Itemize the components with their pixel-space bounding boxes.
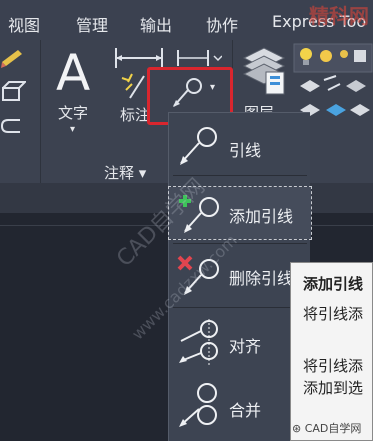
brand-watermark: 精科网 bbox=[309, 4, 369, 28]
leader-label: 引线 bbox=[229, 141, 262, 160]
text-tool-glyph[interactable]: A bbox=[56, 44, 90, 102]
menu-collaborate[interactable]: 协作 bbox=[206, 12, 238, 36]
tooltip-line-2: 将引线添 bbox=[303, 357, 364, 375]
merge-label: 合并 bbox=[229, 401, 262, 420]
text-tool-label[interactable]: 文字 bbox=[58, 102, 88, 123]
add-leader-tooltip: 添加引线 将引线添 将引线添 添加到选 bbox=[290, 262, 373, 441]
menu-manage[interactable]: 管理 bbox=[76, 12, 108, 36]
leader-icon bbox=[180, 127, 217, 165]
menu-bar: 视图 管理 输出 协作 Express Too 精科网 bbox=[0, 0, 373, 40]
remove-leader-label: 删除引线 bbox=[229, 269, 294, 288]
merge-leader-icon bbox=[179, 383, 217, 427]
menu-view[interactable]: 视图 bbox=[8, 12, 40, 36]
add-leader-label: 添加引线 bbox=[229, 207, 294, 226]
annotation-panel-label[interactable]: 注释 ▾ bbox=[104, 162, 146, 183]
tooltip-line-1: 将引线添 bbox=[303, 305, 364, 323]
dropdown-item-leader[interactable]: 引线 bbox=[169, 121, 311, 173]
align-leader-icon bbox=[179, 319, 218, 365]
draw-tools-icon[interactable] bbox=[0, 48, 26, 148]
align-label: 对齐 bbox=[229, 337, 262, 356]
text-tool-dropdown-icon[interactable]: ▾ bbox=[70, 124, 75, 135]
dimension-label[interactable]: 标注 bbox=[120, 104, 150, 125]
layer-properties-icon[interactable] bbox=[240, 44, 288, 104]
tooltip-title: 添加引线 bbox=[303, 275, 364, 293]
footer-watermark: ⊛ CAD自学网 bbox=[292, 422, 362, 435]
tooltip-line-3: 添加到选 bbox=[303, 379, 364, 397]
menu-output[interactable]: 输出 bbox=[140, 12, 172, 36]
